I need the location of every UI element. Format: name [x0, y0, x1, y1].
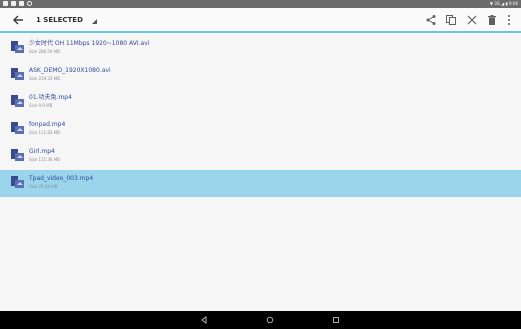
file-row[interactable]: Girl.mp4 Size 115.36 MB: [0, 143, 521, 170]
file-name: 01.功夫兔.mp4: [29, 94, 72, 101]
file-size: Size 115.36 MB: [29, 157, 60, 162]
selection-count: 1 SELECTED: [36, 16, 83, 24]
nav-recents-icon[interactable]: [331, 315, 341, 325]
selection-toolbar: 1 SELECTED: [0, 8, 521, 33]
video-file-icon: [11, 122, 24, 134]
video-file-icon: [11, 149, 24, 161]
file-size: Size 111.83 MB: [29, 130, 60, 135]
file-name: fonpad.mp4: [29, 121, 66, 128]
delete-icon[interactable]: [486, 14, 498, 26]
video-file-icon: [11, 176, 24, 188]
cut-icon[interactable]: [466, 14, 478, 26]
more-vert-icon[interactable]: [505, 14, 513, 26]
file-name: Tpad_video_003.mp4: [29, 175, 94, 182]
file-row[interactable]: 01.功夫兔.mp4 Size 9.9 MB: [0, 89, 521, 116]
notification-icons: [3, 1, 32, 6]
status-indicators: ▼ 3G ◢ ▮ 9:06: [489, 1, 518, 6]
file-size: Size 286.59 MB: [29, 49, 60, 54]
video-file-icon: [11, 68, 24, 80]
navigation-bar: [0, 311, 521, 329]
sd-card-icon: [19, 1, 24, 6]
file-name: 少女时代 OH 11Mbps 1920~1080 AVI.avi: [29, 40, 150, 47]
file-name: ASK_DEMO_1920X1080.avi: [29, 67, 111, 74]
arrow-left-icon[interactable]: [11, 13, 25, 27]
image-icon: [11, 1, 16, 6]
file-size: Size 9.9 MB: [29, 103, 53, 108]
file-row[interactable]: ASK_DEMO_1920X1080.avi Size 239.33 MB: [0, 62, 521, 89]
alarm-icon: [27, 1, 32, 6]
video-file-icon: [11, 41, 24, 53]
status-bar: ▼ 3G ◢ ▮ 9:06: [0, 0, 521, 8]
nav-back-icon[interactable]: [199, 315, 209, 325]
share-icon[interactable]: [425, 14, 437, 26]
file-size: Size 239.33 MB: [29, 76, 60, 81]
nav-home-icon[interactable]: [265, 315, 275, 325]
file-size: Size 76.84 MB: [29, 184, 58, 189]
video-file-icon: [11, 95, 24, 107]
copy-icon[interactable]: [445, 14, 457, 26]
file-row-selected[interactable]: Tpad_video_003.mp4 Size 76.84 MB: [0, 170, 521, 197]
dropdown-triangle-icon[interactable]: [92, 19, 97, 24]
file-row[interactable]: 少女时代 OH 11Mbps 1920~1080 AVI.avi Size 28…: [0, 35, 521, 62]
file-name: Girl.mp4: [29, 148, 55, 155]
system-status: ▼ 3G ◢ ▮ 9:06: [490, 0, 518, 8]
file-row[interactable]: fonpad.mp4 Size 111.83 MB: [0, 116, 521, 143]
image-icon: [3, 1, 8, 6]
file-list: 少女时代 OH 11Mbps 1920~1080 AVI.avi Size 28…: [0, 35, 521, 197]
